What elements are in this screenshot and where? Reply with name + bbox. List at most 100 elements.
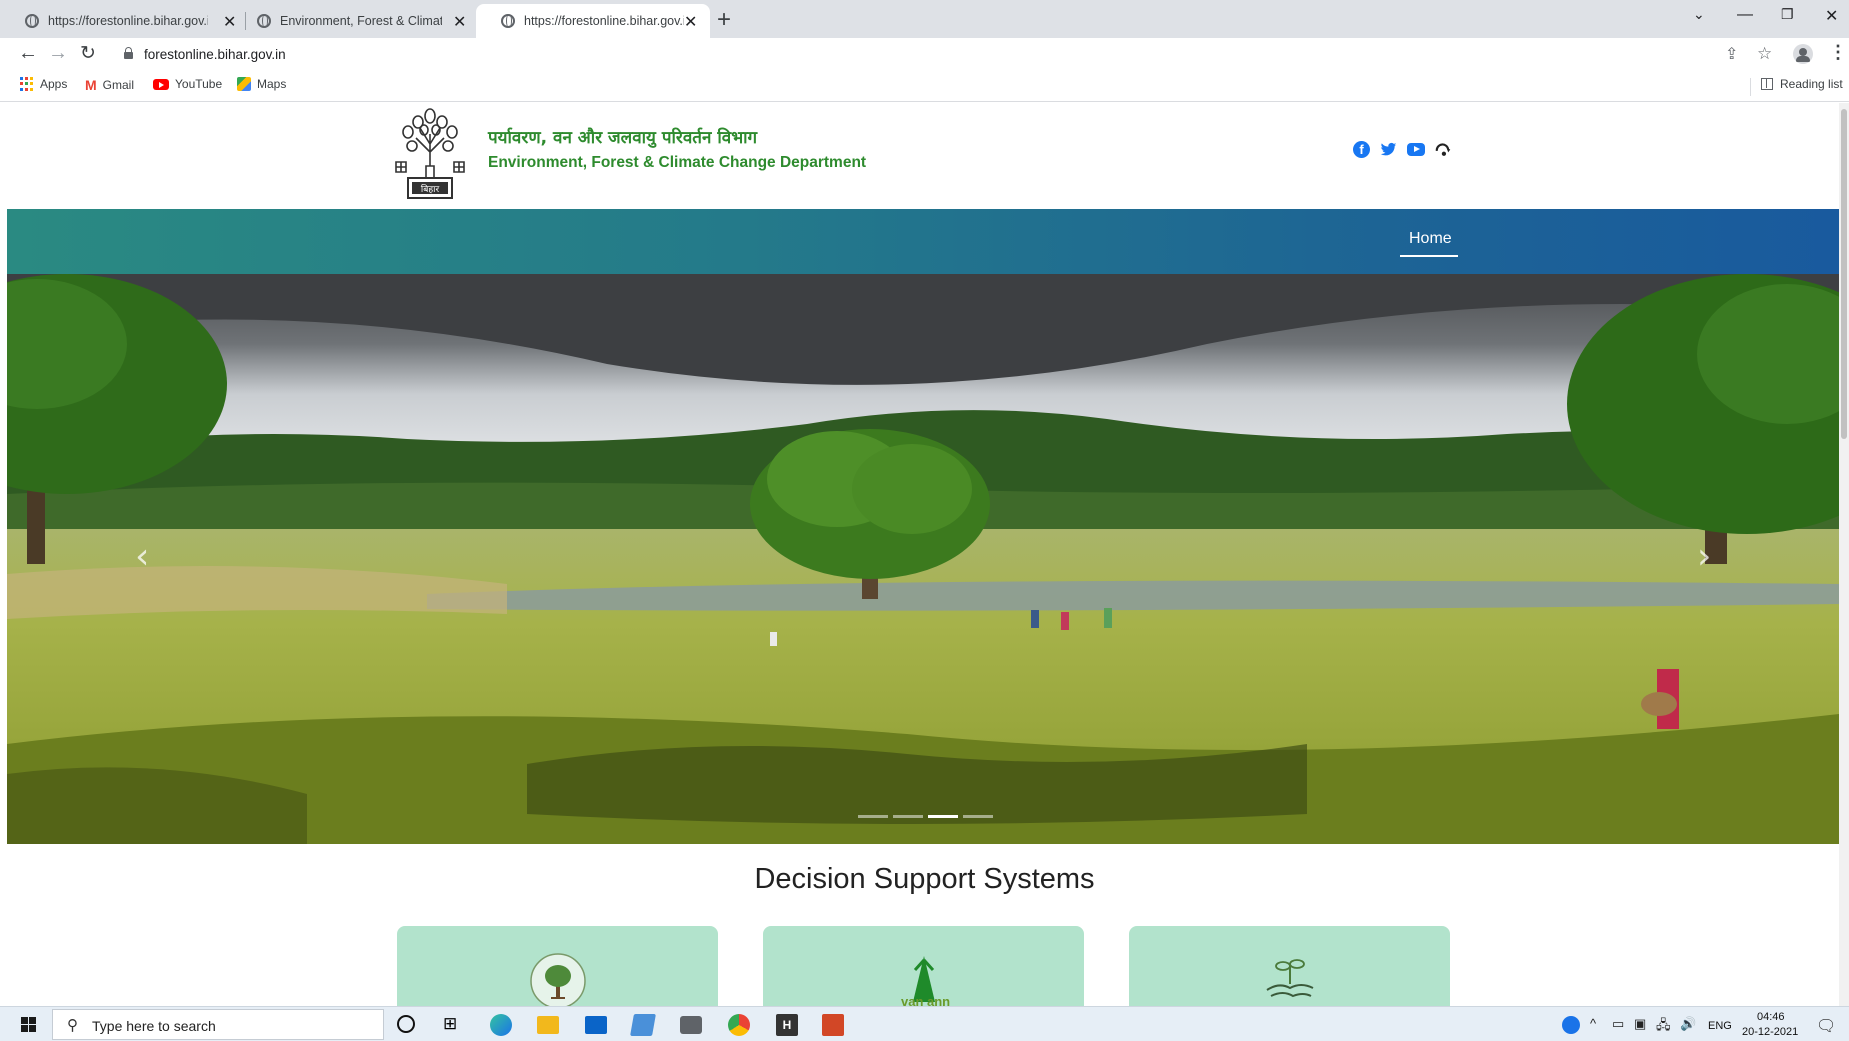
carousel-indicator[interactable]: [893, 815, 923, 818]
landscape-slide-image: [7, 274, 1839, 844]
app-icon[interactable]: [630, 1014, 656, 1036]
nav-active-underline: [1400, 255, 1458, 257]
reading-list-button[interactable]: Reading list: [1761, 77, 1843, 91]
gmail-icon: M: [85, 77, 97, 93]
hero-carousel: ‹ ›: [7, 274, 1839, 844]
scrollbar-thumb[interactable]: [1841, 109, 1847, 439]
twitter-icon[interactable]: [1380, 141, 1397, 158]
windows-start-icon[interactable]: [21, 1017, 36, 1032]
main-navbar: Home: [7, 209, 1839, 274]
globe-icon: [257, 14, 271, 28]
bookmark-gmail[interactable]: M Gmail: [85, 77, 134, 93]
carousel-indicator-active[interactable]: [928, 815, 958, 818]
cortana-icon[interactable]: [397, 1015, 415, 1033]
carousel-indicators: [858, 815, 993, 818]
tab-title: Environment, Forest & Climate C: [280, 14, 442, 28]
tray-security-icon[interactable]: ▣: [1634, 1016, 1646, 1032]
bookmark-label: YouTube: [175, 77, 223, 91]
share-icon[interactable]: ⇪: [1725, 44, 1738, 64]
restore-button[interactable]: ❐: [1781, 6, 1794, 23]
globe-icon: [501, 14, 515, 28]
svg-text:van ann: van ann: [901, 994, 950, 1006]
hands-plant-logo: [1266, 959, 1314, 998]
browser-tab-2[interactable]: Environment, Forest & Climate C ✕: [232, 4, 475, 38]
network-icon[interactable]: 🖧: [1656, 1016, 1671, 1038]
task-view-icon[interactable]: ⊞: [443, 1014, 465, 1036]
svg-text:बिहार: बिहार: [421, 183, 440, 195]
search-placeholder: Type here to search: [92, 1018, 216, 1034]
camera-icon[interactable]: [680, 1016, 702, 1034]
language-indicator[interactable]: ENG: [1708, 1020, 1732, 1032]
bookmark-label: Gmail: [102, 78, 135, 92]
chrome-icon[interactable]: [728, 1014, 750, 1036]
lock-icon[interactable]: [124, 47, 133, 59]
notifications-icon[interactable]: 🗨: [1816, 1016, 1836, 1036]
accessibility-icon[interactable]: [1434, 141, 1451, 158]
section-title: Decision Support Systems: [754, 863, 1095, 895]
back-arrow-icon[interactable]: ←: [18, 42, 38, 65]
bookmark-star-icon[interactable]: ☆: [1757, 44, 1772, 64]
close-tab-icon[interactable]: ✕: [684, 12, 697, 32]
volume-icon[interactable]: 🔊: [1680, 1016, 1696, 1032]
browser-toolbar: ← → ↻ forestonline.bihar.gov.in ⇪ ☆ ⋮: [0, 38, 1849, 70]
edge-icon[interactable]: [490, 1014, 512, 1036]
department-title-hindi: पर्यावरण, वन और जलवायु परिवर्तन विभाग: [488, 128, 758, 148]
dss-card-2[interactable]: van ann: [763, 926, 1084, 1006]
carousel-prev-chevron-icon[interactable]: ‹: [135, 536, 149, 577]
clock-time[interactable]: 04:46: [1757, 1011, 1785, 1023]
close-tab-icon[interactable]: ✕: [453, 12, 466, 32]
bookmark-label: Apps: [40, 77, 68, 91]
page-viewport: बिहार पर्यावरण, वन और जलवायु परिवर्तन वि…: [0, 103, 1849, 1006]
youtube-icon: [153, 78, 169, 90]
carousel-indicator[interactable]: [963, 815, 993, 818]
site-header: बिहार पर्यावरण, वन और जलवायु परिवर्तन वि…: [7, 103, 1839, 209]
dss-card-1[interactable]: [397, 926, 718, 1006]
file-explorer-icon[interactable]: [537, 1016, 559, 1034]
reading-list-label: Reading list: [1780, 77, 1843, 91]
powerpoint-icon[interactable]: [822, 1014, 844, 1036]
browser-tab-strip: https://forestonline.bihar.gov.in ✕ Envi…: [0, 0, 1849, 38]
windows-taskbar: ⚲ Type here to search ⊞ H ^ ▭ ▣ 🖧 🔊 ENG …: [0, 1006, 1849, 1041]
browser-tab-3[interactable]: https://forestonline.bihar.gov.in ✕: [476, 4, 710, 38]
carousel-next-chevron-icon[interactable]: ›: [1697, 536, 1711, 577]
help-icon[interactable]: [1562, 1016, 1580, 1034]
tab-search-icon[interactable]: ⌄: [1693, 6, 1705, 23]
forward-arrow-icon[interactable]: →: [48, 42, 68, 65]
bookmark-youtube[interactable]: YouTube: [153, 77, 222, 91]
nav-home-link[interactable]: Home: [1409, 230, 1452, 248]
address-bar[interactable]: forestonline.bihar.gov.in: [108, 41, 1748, 69]
tab-title: https://forestonline.bihar.gov.in: [48, 14, 208, 28]
carousel-indicator[interactable]: [858, 815, 888, 818]
profile-avatar[interactable]: [1793, 44, 1813, 64]
close-window-button[interactable]: ✕: [1825, 6, 1838, 26]
minimize-button[interactable]: —: [1737, 6, 1753, 24]
department-title-english: Environment, Forest & Climate Change Dep…: [488, 154, 867, 171]
vanann-logo: van ann: [901, 956, 950, 1006]
h-app-icon[interactable]: H: [776, 1014, 798, 1036]
show-hidden-icons-chevron-icon[interactable]: ^: [1590, 1016, 1596, 1031]
apps-grid-icon: [20, 77, 34, 91]
bookmarks-bar: Apps M Gmail YouTube Maps Reading list: [0, 70, 1849, 102]
maps-icon: [237, 77, 251, 91]
tab-title: https://forestonline.bihar.gov.in: [524, 14, 684, 28]
tree-seal-logo: [530, 953, 586, 1006]
page-scrollbar[interactable]: [1839, 103, 1849, 1006]
mail-icon[interactable]: [585, 1016, 607, 1034]
taskbar-search-box[interactable]: ⚲ Type here to search: [52, 1009, 384, 1040]
bookmark-apps[interactable]: Apps: [20, 77, 67, 91]
reload-icon[interactable]: ↻: [80, 42, 96, 65]
clock-date[interactable]: 20-12-2021: [1742, 1026, 1798, 1038]
browser-tab-1[interactable]: https://forestonline.bihar.gov.in ✕: [0, 4, 245, 38]
dss-card-3[interactable]: [1129, 926, 1450, 1006]
reading-list-icon: [1761, 78, 1773, 90]
url-text[interactable]: forestonline.bihar.gov.in: [144, 47, 286, 62]
globe-icon: [25, 14, 39, 28]
bookmark-label: Maps: [257, 77, 287, 91]
bihar-emblem-logo: बिहार: [395, 108, 465, 199]
new-tab-button[interactable]: +: [717, 6, 731, 34]
chrome-menu-icon[interactable]: ⋮: [1829, 42, 1847, 63]
facebook-icon[interactable]: f: [1353, 141, 1370, 158]
youtube-icon[interactable]: [1407, 143, 1425, 156]
bookmark-maps[interactable]: Maps: [237, 77, 286, 91]
tray-app-icon[interactable]: ▭: [1612, 1016, 1624, 1032]
